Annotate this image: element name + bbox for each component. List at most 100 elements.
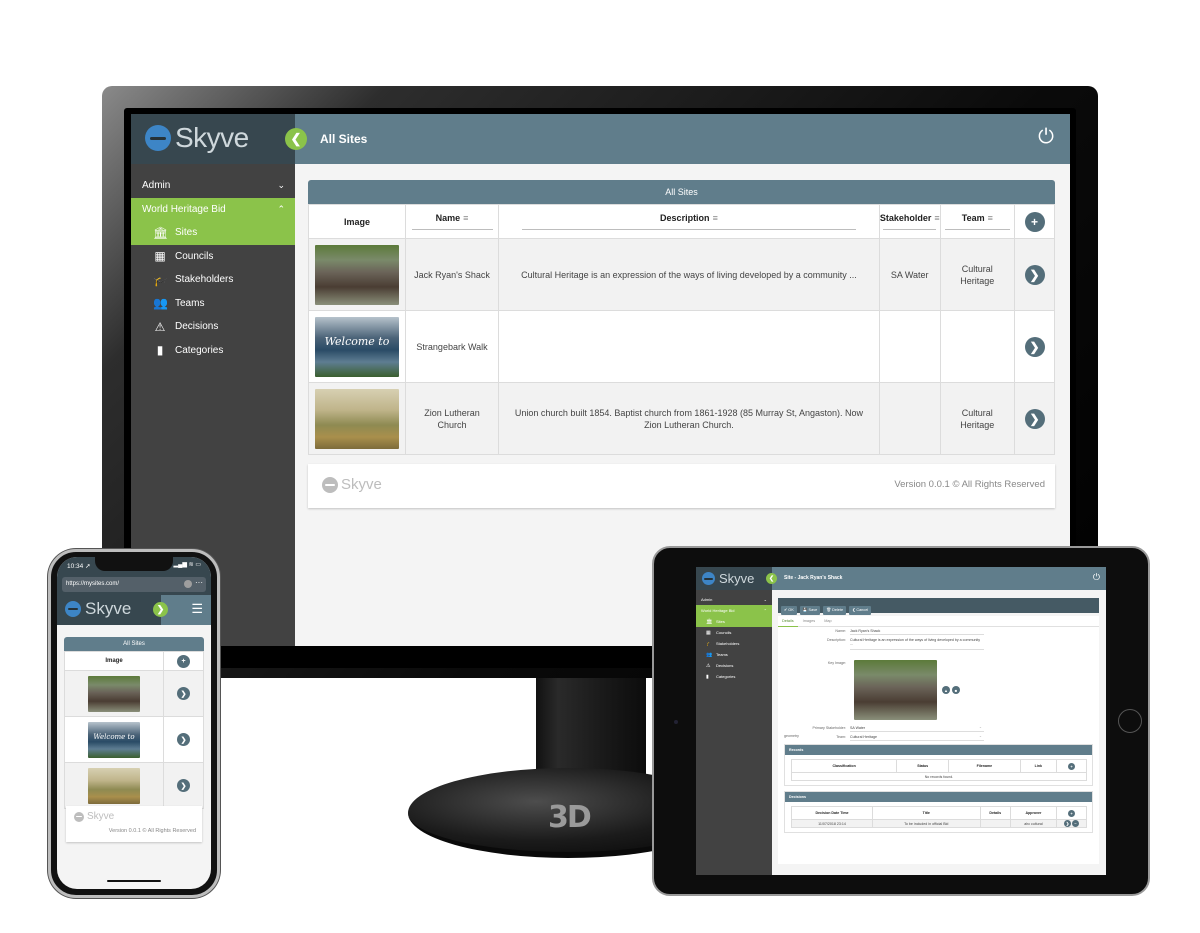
decisions-title: Decisions [785,792,1092,802]
sidebar-item-categories[interactable]: ▮ Categories [696,671,772,682]
filter-input[interactable] [883,229,937,230]
save-button[interactable]: 💾 Save [799,606,821,615]
sidebar-item-teams[interactable]: 👥 Teams [696,649,772,660]
table-row[interactable]: ❯ [64,716,204,763]
sidebar-group-world-heritage-bid[interactable]: World Heritage Bid ⌃ [696,605,772,616]
ok-button[interactable]: ✔ OK [781,606,797,615]
geometry-label: geometry [784,734,799,738]
sidebar-group-admin[interactable]: Admin ⌄ [131,174,295,198]
sort-icon[interactable]: ≡ [934,213,939,223]
plus-icon: + [1070,810,1073,816]
team-select[interactable]: Cultural Heritage ⌄ [850,734,984,741]
delete-button[interactable]: 🗑 Delete [823,606,847,615]
column-header-link[interactable]: Link [1019,759,1058,773]
cell-action: ❯ [1014,382,1055,455]
bank-icon: 🏛 [153,225,169,240]
chevron-down-icon: ⌄ [763,597,767,602]
cell-action: ❯ [163,716,204,763]
open-row-button[interactable]: ❯ [1064,820,1071,827]
open-row-button[interactable]: ❯ [1024,264,1045,285]
column-header-status[interactable]: Status [896,759,950,773]
sidebar-item-stakeholders[interactable]: 🎓 Stakeholders [696,638,772,649]
skyve-logo[interactable]: Skyve [702,571,754,586]
column-header-details[interactable]: Details [979,806,1011,820]
remove-row-button[interactable]: − [1072,820,1079,827]
more-icon[interactable]: ··· [195,578,203,587]
chevron-left-icon: ❮ [852,608,856,612]
site-thumbnail [88,721,140,758]
column-header-approver[interactable]: Approver [1009,806,1058,820]
sidebar-item-councils[interactable]: ▦ Councils [696,627,772,638]
reader-icon[interactable] [184,580,192,588]
column-header-classification[interactable]: Classification [790,759,898,773]
open-row-button[interactable]: ❯ [177,779,190,792]
table-row[interactable]: ❯ [64,670,204,717]
page-title: All Sites [320,132,368,146]
sidebar-item-sites[interactable]: 🏛 Sites [696,616,772,627]
table-row[interactable]: Jack Ryan's Shack Cultural Heritage is a… [308,238,1055,311]
add-button[interactable]: + [177,654,190,668]
column-header-name[interactable]: Name ≡ [404,204,500,239]
open-row-button[interactable]: ❯ [177,733,190,746]
stakeholder-select[interactable]: SA Water ⌄ [850,725,984,732]
chevron-left-icon: ❮ [290,131,302,146]
sort-icon[interactable]: ≡ [463,213,468,223]
open-row-button[interactable]: ❯ [177,687,190,700]
sidebar-item-decisions[interactable]: ⚠ Decisions [131,315,295,339]
building-icon: ▦ [154,249,166,264]
add-record-button[interactable]: + [1068,762,1075,770]
sidebar-item-stakeholders[interactable]: 🎓 Stakeholders [131,268,295,292]
copyright-icon: © [142,828,147,834]
table-row[interactable]: Strangebark Walk ❯ [308,310,1055,383]
filter-input[interactable] [411,229,493,230]
cell-description [498,310,880,383]
column-header-decision-date-time[interactable]: Decision Date Time [791,806,873,820]
sidebar-toggle-button[interactable]: ❯ [153,602,168,617]
name-field[interactable]: Jack Ryan's Shack [850,629,984,635]
filter-input[interactable] [945,229,1010,230]
table-row[interactable]: Zion Lutheran Church Union church built … [308,382,1055,455]
skyve-logo[interactable]: Skyve [145,122,249,154]
tab-details[interactable]: Details [778,616,798,627]
sidebar-group-admin[interactable]: Admin ⌄ [696,594,772,605]
add-button[interactable]: + [1024,211,1045,232]
table-row[interactable]: ❯ [64,762,204,809]
skyve-logo[interactable]: Skyve [65,599,131,619]
sidebar-item-councils[interactable]: ▦ Councils [131,245,295,269]
tab-bar: Details Images Map [778,616,1099,627]
sites-grid: All Sites Image Name ≡ Description ≡ Stake… [308,180,1055,455]
sort-icon[interactable]: ≡ [988,213,993,223]
open-row-button[interactable]: ❯ [1024,336,1045,357]
power-icon[interactable]: ⏻ [1093,572,1100,583]
upload-image-button[interactable]: ▲ [942,686,950,694]
table-row[interactable]: 11/07/2018 23:14 To be included in offic… [791,819,1087,828]
sidebar-toggle-button[interactable]: ❮ [766,573,777,584]
sidebar-item-sites[interactable]: 🏛 Sites [131,221,295,245]
column-header-image: Image [64,651,164,671]
url-field[interactable]: https://mysites.com/ ··· [62,577,206,592]
records-title: Records [785,745,1092,755]
tab-images[interactable]: Images [799,616,819,627]
clear-image-button[interactable]: ■ [952,686,960,694]
column-header-filename[interactable]: Filename [948,759,1021,773]
sidebar-group-world-heritage-bid[interactable]: World Heritage Bid ⌃ [131,197,295,221]
column-header-stakeholder[interactable]: Stakeholder ≡ [878,204,941,239]
column-header-title[interactable]: Title [871,806,981,820]
filter-input[interactable] [521,229,857,230]
column-header-team[interactable]: Team ≡ [939,204,1016,239]
sidebar-item-decisions[interactable]: ⚠ Decisions [696,660,772,671]
sidebar-item-teams[interactable]: 👥 Teams [131,292,295,316]
users-icon: 👥 [706,651,713,658]
sort-icon[interactable]: ≡ [713,213,718,223]
cancel-button[interactable]: ❮ Cancel [849,606,872,615]
sidebar-toggle-button[interactable]: ❮ [285,128,307,150]
hamburger-menu-icon[interactable]: ☰ [191,601,203,617]
column-header-description[interactable]: Description ≡ [498,204,880,239]
open-row-button[interactable]: ❯ [1024,408,1045,429]
power-icon[interactable]: ⏻ [1038,126,1054,149]
sidebar-item-categories[interactable]: ▮ Categories [131,339,295,363]
monitor-3d-logo: 3D [548,800,592,835]
tab-map[interactable]: Map [820,616,835,627]
add-decision-button[interactable]: + [1068,809,1075,817]
description-field[interactable]: Cultural Heritage is an expression of th… [850,638,984,650]
